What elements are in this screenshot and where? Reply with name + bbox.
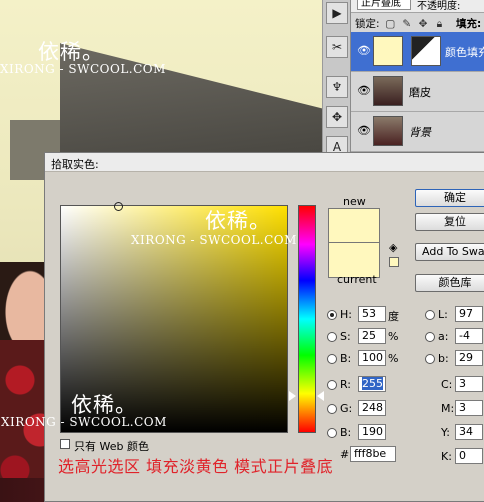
current-label: current (337, 273, 377, 286)
blue-input[interactable]: 190 (358, 424, 386, 440)
lab-a-input[interactable]: -4 (455, 328, 483, 344)
scissors-icon[interactable]: ✂ (326, 36, 348, 58)
blend-mode-select[interactable]: 正片叠底 (357, 0, 411, 10)
hue-slider[interactable] (298, 205, 316, 433)
layer-mask-thumbnail (411, 36, 441, 66)
yellow-input[interactable]: 34 (455, 424, 483, 440)
layers-panel: 正片叠底 不透明度: 锁定: ▢ ✎ ✥ 🔒︎ 填充: 👁︎ 颜色填充 👁︎ 磨… (350, 0, 484, 160)
saturation-radio[interactable] (327, 332, 337, 342)
r-label: R: (340, 378, 352, 391)
brush-icon[interactable]: ♆ (326, 76, 348, 98)
add-to-swatches-button[interactable]: Add To Swatches (415, 243, 484, 261)
move-icon[interactable]: ✥ (326, 106, 348, 128)
color-libraries-button[interactable]: 颜色库 (415, 274, 484, 292)
cyan-input[interactable]: 3 (455, 376, 483, 392)
lock-transparency-icon[interactable]: ▢ (385, 18, 396, 30)
l-label: L: (438, 308, 448, 321)
brightness-radio[interactable] (327, 354, 337, 364)
hue-input[interactable]: 53 (358, 306, 386, 322)
saturation-input[interactable]: 25 (358, 328, 386, 344)
watermark-en-dialog: XIRONG - SWCOOL.COM (131, 233, 297, 247)
watermark-en-bottom: XIRONG - SWCOOL.COM (1, 415, 167, 429)
reset-button[interactable]: 复位 (415, 213, 484, 231)
eye-icon[interactable]: 👁︎ (357, 124, 371, 138)
s-label: S: (340, 330, 351, 343)
web-colors-only-label: 只有 Web 颜色 (74, 440, 149, 453)
lab-l-radio[interactable] (425, 310, 435, 320)
h-unit: 度 (388, 310, 399, 323)
layer-row-color-fill[interactable]: 👁︎ 颜色填充 (351, 32, 484, 72)
green-radio[interactable] (327, 404, 337, 414)
new-label: new (343, 195, 366, 208)
lock-label: 锁定: (355, 18, 380, 30)
dialog-titlebar: 拾取实色: (45, 153, 484, 172)
hue-slider-left-arrow[interactable] (289, 391, 296, 401)
a-label: a: (438, 330, 449, 343)
lock-position-icon[interactable]: ✥ (418, 18, 429, 30)
eye-icon[interactable]: 👁︎ (357, 84, 371, 98)
green-input[interactable]: 248 (358, 400, 386, 416)
fill-label: 填充: (456, 18, 482, 30)
layer-row-background[interactable]: 👁︎ 背景 (351, 112, 484, 152)
opacity-label: 不透明度: (417, 1, 461, 12)
b-label: B: (340, 352, 352, 365)
woman-portrait (0, 262, 46, 352)
web-colors-only-checkbox[interactable] (60, 439, 70, 449)
hex-symbol: # (340, 448, 350, 461)
gamut-warning-icon[interactable]: ◈ (389, 241, 397, 254)
hue-radio[interactable] (327, 310, 337, 320)
lab-b-label: b: (438, 352, 449, 365)
brightness-input[interactable]: 100 (358, 350, 386, 366)
h-label: H: (340, 308, 352, 321)
c-label: C: (441, 378, 453, 391)
lab-a-radio[interactable] (425, 332, 435, 342)
layer-thumbnail (373, 116, 403, 146)
b-unit: % (388, 352, 399, 365)
watermark-cn-dialog: 依稀。 (205, 209, 271, 233)
play-icon[interactable]: ▶ (326, 2, 348, 24)
web-safe-swatch[interactable] (389, 257, 399, 267)
lock-paint-icon[interactable]: ✎ (401, 18, 412, 30)
lock-row: 锁定: ▢ ✎ ✥ 🔒︎ (355, 16, 445, 31)
layer-name: 磨皮 (409, 86, 431, 99)
new-color-swatch (328, 208, 380, 243)
lab-b-input[interactable]: 29 (455, 350, 483, 366)
lock-all-icon[interactable]: 🔒︎ (434, 18, 445, 31)
color-field-marker[interactable] (114, 202, 123, 211)
dialog-title: 拾取实色: (51, 158, 99, 171)
color-fill-thumbnail (373, 36, 403, 66)
magenta-input[interactable]: 3 (455, 400, 483, 416)
red-radio[interactable] (327, 380, 337, 390)
layer-thumbnail (373, 76, 403, 106)
black-input[interactable]: 0 (455, 448, 483, 464)
hue-slider-right-arrow[interactable] (317, 391, 324, 401)
layer-name: 背景 (409, 126, 431, 139)
red-input[interactable]: 255 (358, 376, 386, 392)
y-label: Y: (441, 426, 450, 439)
tutorial-caption: 选高光选区 填充淡黄色 模式正片叠底 (58, 457, 334, 476)
k-label: K: (441, 450, 452, 463)
color-picker-dialog: 拾取实色: 依稀。 XIRONG - SWCOOL.COM 依稀。 XIRONG… (1, 152, 484, 502)
layer-row-retouch[interactable]: 👁︎ 磨皮 (351, 72, 484, 112)
m-label: M: (441, 402, 455, 415)
lab-l-input[interactable]: 97 (455, 306, 483, 322)
ok-button[interactable]: 确定 (415, 189, 484, 207)
lab-b-radio[interactable] (425, 354, 435, 364)
g-label: G: (340, 402, 353, 415)
s-unit: % (388, 330, 399, 343)
layers-topbar: 正片叠底 不透明度: (351, 0, 484, 13)
panel-tool-strip: ▶ ✂ ♆ ✥ A (322, 0, 351, 160)
watermark-en-top: XIRONG - SWCOOL.COM (0, 62, 166, 76)
hex-input[interactable]: fff8be (350, 446, 396, 462)
blue-radio[interactable] (327, 428, 337, 438)
eye-icon[interactable]: 👁︎ (357, 44, 371, 58)
blue-label: B: (340, 426, 352, 439)
layer-name: 颜色填充 (445, 46, 484, 59)
